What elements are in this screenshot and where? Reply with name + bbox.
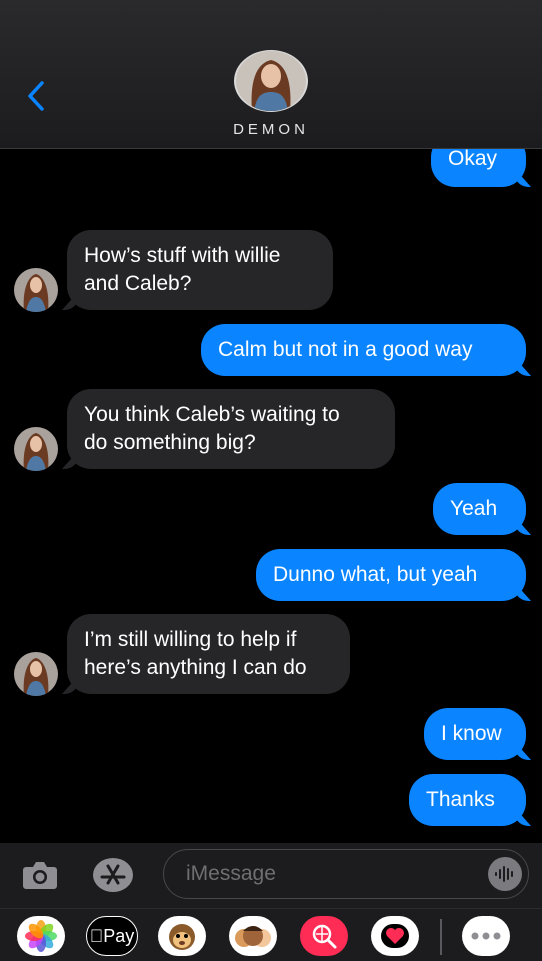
animoji-app[interactable] <box>158 916 206 956</box>
apple-pay-icon:  <box>90 926 104 947</box>
camera-button[interactable] <box>20 857 60 893</box>
message-text: I’m still willing to help if here’s anyt… <box>84 628 307 679</box>
message-text: How’s stuff with willie and Caleb? <box>84 244 281 295</box>
web-search-app[interactable] <box>300 916 348 956</box>
sender-avatar[interactable] <box>14 268 58 312</box>
message-bubble-outgoing[interactable]: Calm but not in a good way <box>201 324 526 376</box>
apple-pay-label: Pay <box>96 925 134 946</box>
photos-icon <box>25 920 57 952</box>
message-bubble-incoming[interactable]: You think Caleb’s waiting to do somethin… <box>67 389 395 469</box>
memoji-app[interactable] <box>229 916 277 956</box>
message-text: Calm but not in a good way <box>218 338 473 361</box>
camera-icon <box>23 862 57 889</box>
apple-pay-app[interactable]:  Pay <box>86 916 138 956</box>
message-text: I know <box>441 722 502 745</box>
digital-touch-icon <box>381 924 409 948</box>
message-text: Yeah <box>450 497 498 520</box>
message-bubble-outgoing[interactable]: Yeah <box>433 483 526 535</box>
chevron-left-icon <box>28 81 44 111</box>
sender-avatar[interactable] <box>14 427 58 471</box>
compose-bar: iMessage <box>0 843 542 908</box>
app-store-button[interactable] <box>91 857 135 893</box>
drawer-divider <box>440 919 442 955</box>
message-bubble-incoming[interactable]: I’m still willing to help if here’s anyt… <box>67 614 350 694</box>
message-bubble-outgoing[interactable]: Thanks <box>409 774 526 826</box>
more-apps-button[interactable] <box>462 916 510 956</box>
message-input-placeholder: iMessage <box>186 862 276 885</box>
message-bubble-outgoing[interactable]: I know <box>424 708 526 760</box>
message-text: You think Caleb’s waiting to do somethin… <box>84 403 340 454</box>
digital-touch-app[interactable] <box>371 916 419 956</box>
audio-message-button[interactable] <box>488 857 522 891</box>
app-store-icon <box>93 858 133 892</box>
message-input[interactable]: iMessage <box>163 849 529 899</box>
message-text: Okay <box>448 147 498 170</box>
sender-avatar[interactable] <box>14 652 58 696</box>
message-bubble-incoming[interactable]: How’s stuff with willie and Caleb? <box>67 230 333 310</box>
animoji-icon <box>169 924 195 950</box>
message-bubble-outgoing[interactable]: Dunno what, but yeah <box>256 549 526 601</box>
app-drawer:  Pay <box>0 908 542 961</box>
message-text: Dunno what, but yeah <box>273 563 478 586</box>
photos-app[interactable] <box>17 916 65 956</box>
conversation-header: DEMON <box>0 0 542 149</box>
contact-avatar[interactable] <box>234 50 308 112</box>
contact-name[interactable]: DEMON <box>0 121 542 138</box>
message-text: Thanks <box>426 788 495 811</box>
more-apps-icon <box>471 932 501 940</box>
audio-waveform-icon <box>495 866 513 882</box>
memoji-icon <box>235 926 271 947</box>
web-search-icon <box>312 924 337 949</box>
back-button[interactable] <box>22 78 50 114</box>
